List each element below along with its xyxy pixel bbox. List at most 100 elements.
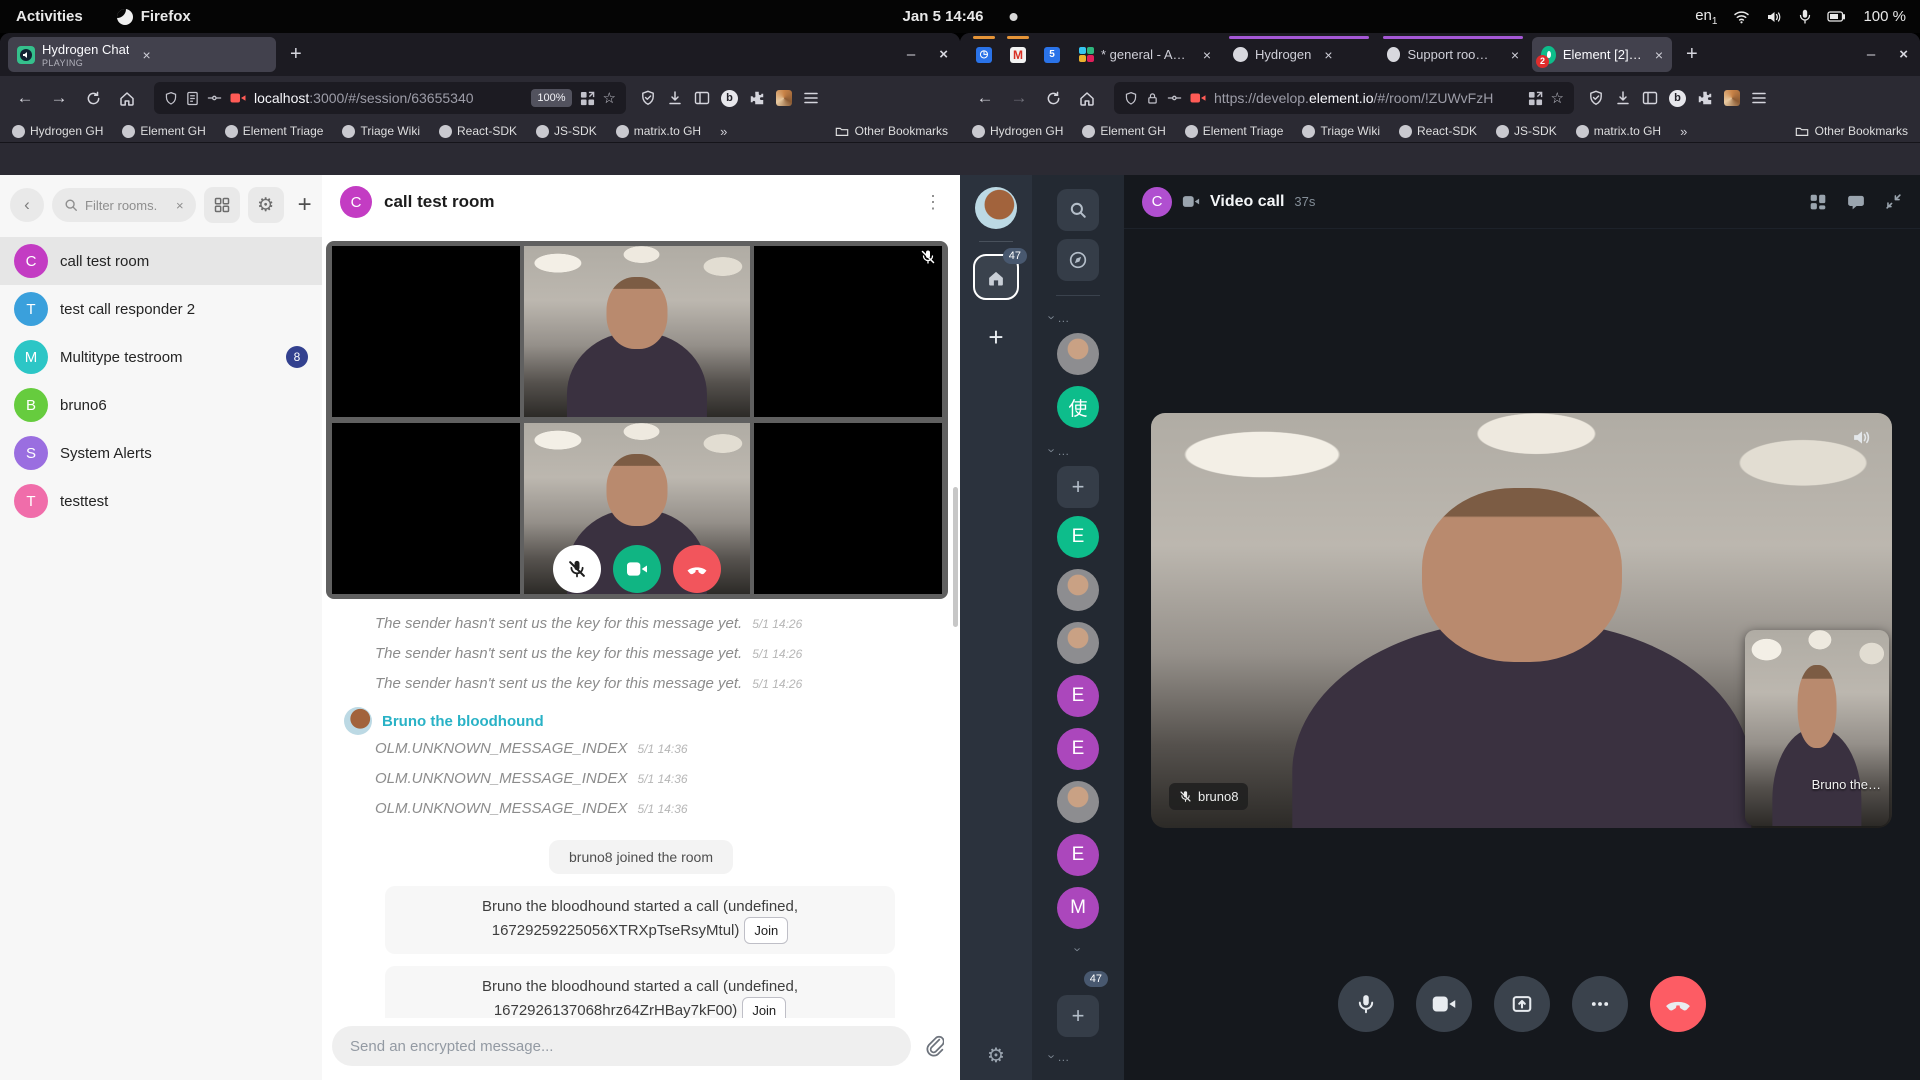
extensions-puzzle-icon[interactable] [749,90,765,106]
collapse-fullscreen-icon[interactable] [1885,193,1902,210]
shield-icon[interactable] [164,91,178,106]
window-minimize-button[interactable]: – [907,46,915,63]
firefox-app-menu[interactable]: Firefox [117,8,191,25]
clear-filter-icon[interactable]: × [176,198,184,213]
account-icon[interactable]: b [721,90,738,107]
more-options-button[interactable] [1572,976,1628,1032]
tab-audio-status[interactable]: PLAYING [42,58,129,68]
room-item-system-alerts[interactable]: S System Alerts [0,429,322,477]
new-tab-button[interactable]: + [1676,43,1708,66]
bookmark-matrixto-gh[interactable]: matrix.to GH [616,124,701,138]
collapse-sidebar-button[interactable]: ‹ [10,188,44,222]
bookmark-js-sdk[interactable]: JS-SDK [536,124,597,138]
filter-rooms-input[interactable] [85,198,169,213]
forward-button[interactable]: → [1002,82,1036,114]
sender-avatar[interactable] [344,707,372,735]
attachment-paperclip-icon[interactable] [924,1035,944,1057]
room-avatar-cjk[interactable]: 使 [1057,386,1099,428]
room-item-bruno6[interactable]: B bruno6 [0,381,322,429]
bookmark-hydrogen-gh[interactable]: Hydrogen GH [12,124,103,138]
pip-icon[interactable] [1528,91,1543,106]
other-bookmarks-button[interactable]: Other Bookmarks [835,124,948,138]
bookmark-element-gh[interactable]: Element GH [122,124,205,138]
window-close-button[interactable]: × [1899,46,1908,63]
camera-button[interactable] [1416,976,1472,1032]
screenshare-button[interactable] [1494,976,1550,1032]
bookmark-triage-wiki[interactable]: Triage Wiki [342,124,420,138]
tab-close-icon[interactable]: × [1203,47,1211,63]
room-avatar-photo[interactable] [1057,781,1099,823]
quick-settings-gear-icon[interactable]: ⚙ [987,1043,1005,1068]
extensions-puzzle-icon[interactable] [1697,90,1713,106]
room-avatar-photo[interactable] [1057,569,1099,611]
tab-hydrogen-chat[interactable]: Hydrogen Chat PLAYING × [8,37,276,72]
menu-hamburger-icon[interactable] [1751,91,1767,105]
bookmark-star-icon[interactable]: ☆ [603,89,616,107]
section-header-collapsed[interactable]: ›… [1032,1049,1069,1064]
tab-close-icon[interactable]: × [1324,47,1332,63]
bookmark-element-triage[interactable]: Element Triage [1185,124,1284,138]
tab-close-icon[interactable]: × [1511,47,1519,63]
bookmark-element-gh[interactable]: Element GH [1082,124,1165,138]
room-options-kebab-icon[interactable]: ⋮ [924,192,942,213]
connection-icon[interactable] [207,93,222,103]
bookmarks-overflow-button[interactable]: » [720,124,727,139]
chat-bubble-icon[interactable] [1847,193,1865,211]
user-avatar[interactable] [975,187,1017,229]
system-indicators[interactable]: en1 100 % [1695,7,1920,27]
room-item-call-test-room[interactable]: C call test room [0,237,322,285]
lock-icon[interactable] [1146,91,1159,106]
other-bookmarks-button[interactable]: Other Bookmarks [1795,124,1908,138]
url-bar[interactable]: https://develop.element.io/#/room/!ZUWvF… [1114,82,1574,114]
bookmark-matrixto-gh[interactable]: matrix.to GH [1576,124,1661,138]
bookmark-react-sdk[interactable]: React-SDK [1399,124,1477,138]
room-avatar-e[interactable]: E [1057,728,1099,770]
pip-icon[interactable] [580,91,595,106]
create-space-button[interactable]: + [988,322,1003,353]
mic-button[interactable] [1338,976,1394,1032]
bookmark-react-sdk[interactable]: React-SDK [439,124,517,138]
layout-grid-icon[interactable] [1809,193,1827,211]
back-button[interactable]: ← [968,82,1002,114]
pinned-tab-calendar-5[interactable]: 5 [1036,37,1068,72]
downloads-icon[interactable] [667,90,683,106]
pinned-tab-gmail[interactable]: M [1002,37,1034,72]
camera-in-use-icon[interactable] [230,92,246,104]
account-icon[interactable]: b [1669,90,1686,107]
filter-rooms-field[interactable]: × [52,188,196,222]
forward-button[interactable]: → [42,82,76,114]
bookmark-hydrogen-gh[interactable]: Hydrogen GH [972,124,1063,138]
zoom-level-badge[interactable]: 100% [531,89,571,107]
room-avatar-e[interactable]: E [1057,516,1099,558]
reload-button[interactable] [1036,82,1070,114]
room-avatar[interactable]: C [1142,187,1172,217]
pip-self-video[interactable]: Bruno the… [1745,630,1889,826]
home-space-button[interactable]: 47 [973,254,1019,300]
camera-toggle-button[interactable] [613,545,661,593]
section-header-collapsed[interactable]: ›… [1032,310,1069,325]
add-room-button[interactable]: + [292,191,318,219]
room-avatar-photo[interactable] [1057,333,1099,375]
home-button[interactable] [110,82,144,114]
hangup-button[interactable] [673,545,721,593]
home-button[interactable] [1070,82,1104,114]
room-avatar-m[interactable]: M [1057,887,1099,929]
room-item-testtest[interactable]: T testtest [0,477,322,525]
pocket-icon[interactable] [640,90,656,106]
camera-in-use-icon[interactable] [1190,92,1206,104]
back-button[interactable]: ← [8,82,42,114]
hangup-button[interactable] [1650,976,1706,1032]
search-button[interactable] [1057,189,1099,231]
reload-button[interactable] [76,82,110,114]
tab-close-icon[interactable]: × [142,47,150,63]
composer-input[interactable] [350,1038,893,1055]
bookmark-star-icon[interactable]: ☆ [1551,89,1564,107]
bookmark-js-sdk[interactable]: JS-SDK [1496,124,1557,138]
main-video-feed[interactable]: bruno8 Bruno the… [1151,413,1892,828]
section-header-collapsed[interactable]: ›… [1032,443,1069,458]
tab-element-call[interactable]: 2 Element [2] | call × [1532,37,1672,72]
tab-close-icon[interactable]: × [1655,47,1663,63]
bookmark-element-triage[interactable]: Element Triage [225,124,324,138]
pocket-icon[interactable] [1588,90,1604,106]
page-info-icon[interactable] [186,91,199,106]
